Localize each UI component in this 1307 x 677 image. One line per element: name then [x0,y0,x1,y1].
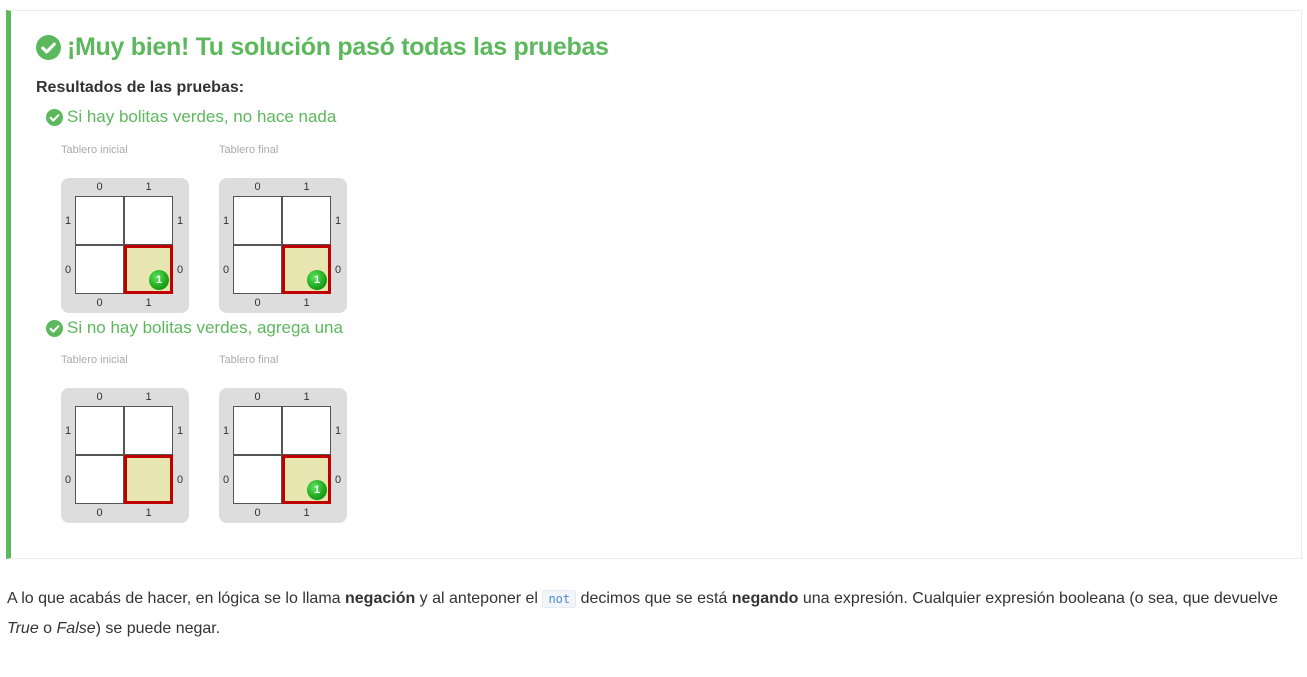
check-circle-icon [46,319,63,337]
row-label-left: 0 [64,263,72,276]
success-title-text: ¡Muy bien! Tu solución pasó todas las pr… [67,33,609,61]
term-negacion: negación [345,590,416,607]
initial-board-label: Tablero inicial [61,144,128,156]
board-final: 001111001 [219,388,347,523]
board-grid: 1 [233,406,331,504]
green-ball-icon: 1 [307,480,327,500]
board-cell-head [124,455,173,504]
initial-board-label: Tablero inicial [61,354,128,366]
code-not: not [542,590,577,608]
board-grid: 1 [233,196,331,294]
results-label: Resultados de las pruebas: [36,79,245,96]
column-label-bottom: 0 [254,297,261,309]
board-cell [282,406,331,455]
explanation-text: A lo que acabás de hacer, en lógica se l… [7,590,345,607]
column-label-bottom: 1 [303,507,310,519]
column-label-top: 0 [96,181,103,193]
board-initial: 001111001 [61,178,189,313]
column-label-top: 1 [145,391,152,403]
row-label-right: 1 [176,424,184,437]
row-label-left: 1 [64,214,72,227]
column-label-top: 0 [254,391,261,403]
row-label-left: 0 [64,473,72,486]
column-label-top: 0 [254,181,261,193]
row-label-left: 1 [222,424,230,437]
row-label-left: 1 [222,214,230,227]
test-title-text: Si no hay bolitas verdes, agrega una [67,318,343,337]
explanation-text: ) se puede negar. [95,620,221,637]
value-false: False [56,620,96,637]
test-title: Si no hay bolitas verdes, agrega una [46,318,343,338]
row-label-right: 1 [334,424,342,437]
row-label-left: 1 [64,424,72,437]
check-circle-icon [36,35,61,60]
final-board-label: Tablero final [219,354,279,366]
board-cell [124,196,173,245]
board-cell [124,406,173,455]
board-cell [233,196,282,245]
column-label-top: 1 [303,391,310,403]
column-label-top: 1 [303,181,310,193]
board-cell [75,406,124,455]
column-label-bottom: 0 [96,297,103,309]
explanation-text: y al anteponer el [415,590,543,607]
row-label-right: 0 [176,473,184,486]
test-results-panel: ¡Muy bien! Tu solución pasó todas las pr… [6,10,1302,559]
board-cell [282,196,331,245]
explanation-paragraph: A lo que acabás de hacer, en lógica se l… [7,584,1303,644]
explanation-text: decimos que se está [576,590,732,607]
board-cell-head: 1 [124,245,173,294]
board-grid: 1 [75,196,173,294]
test-title: Si hay bolitas verdes, no hace nada [46,107,336,127]
green-ball-icon: 1 [149,270,169,290]
final-board-label: Tablero final [219,144,279,156]
green-ball-icon: 1 [307,270,327,290]
board-cell-head: 1 [282,455,331,504]
column-label-bottom: 1 [145,297,152,309]
column-label-bottom: 0 [96,507,103,519]
row-label-right: 0 [176,263,184,276]
row-label-right: 1 [176,214,184,227]
check-circle-icon [46,108,63,126]
term-negando: negando [731,590,799,607]
board-final: 001111001 [219,178,347,313]
row-label-right: 0 [334,263,342,276]
column-label-top: 0 [96,391,103,403]
column-label-bottom: 0 [254,507,261,519]
board-cell [75,196,124,245]
test-title-text: Si hay bolitas verdes, no hace nada [67,107,337,126]
board-cell-head: 1 [282,245,331,294]
row-label-left: 0 [222,473,230,486]
value-true: True [7,620,39,637]
row-label-right: 0 [334,473,342,486]
board-grid [75,406,173,504]
row-label-right: 1 [334,214,342,227]
board-initial: 0 0 1 1 1 1 0 0 [61,388,189,523]
board-cell [233,245,282,294]
board-cell [233,455,282,504]
board-cell [75,245,124,294]
column-label-bottom: 1 [145,507,152,519]
explanation-text: o [38,620,57,637]
success-title: ¡Muy bien! Tu solución pasó todas las pr… [36,33,609,62]
column-label-bottom: 1 [303,297,310,309]
column-label-top: 1 [145,181,152,193]
board-cell [233,406,282,455]
board-cell [75,455,124,504]
row-label-left: 0 [222,263,230,276]
explanation-text: una expresión. Cualquier expresión boole… [798,590,1278,607]
